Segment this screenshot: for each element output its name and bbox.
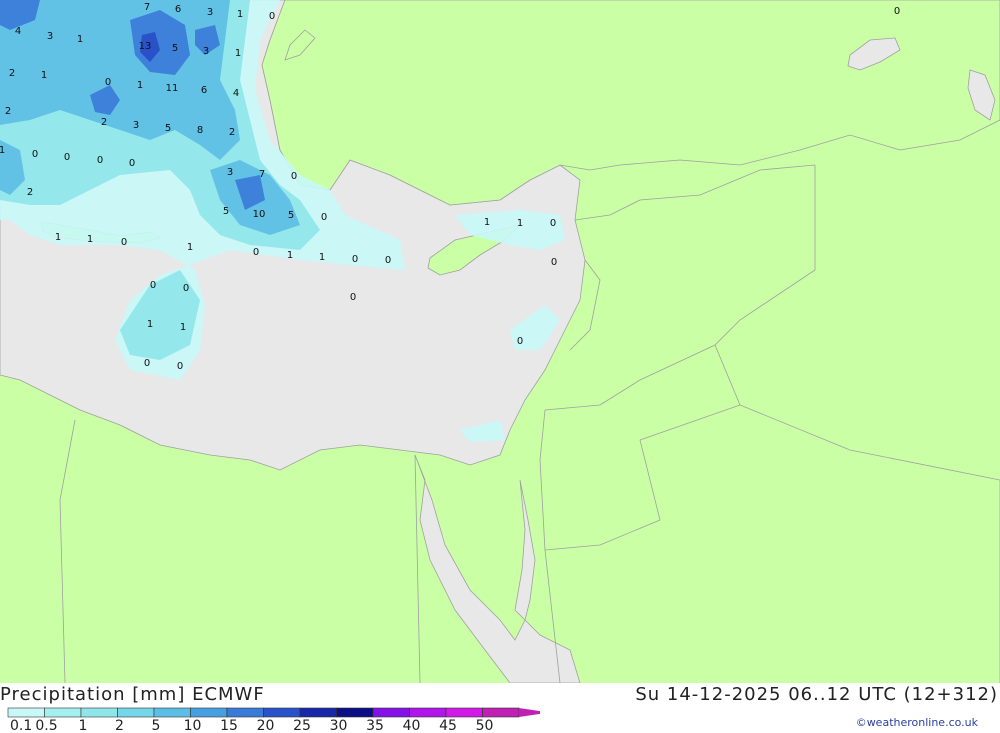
- precip-value-label: 0: [269, 11, 275, 22]
- precip-value-label: 1: [484, 217, 490, 228]
- legend-swatch: [263, 707, 301, 718]
- precip-value-label: 2: [229, 127, 235, 138]
- precip-value-label: 0: [144, 358, 150, 369]
- map-valid-time: Su 14-12-2025 06..12 UTC (12+312): [635, 684, 998, 705]
- legend-tick-label: 50: [476, 718, 494, 733]
- precipitation-map: 7 6 3 1 0 04 3 113 5 3 12 10 1 11 6 422 3 5 8 21 0 0 0 03 7 025 10…: [0, 0, 1000, 683]
- legend-tick-label: 25: [293, 718, 311, 733]
- precip-value-label: 1: [0, 145, 5, 156]
- precip-value-label: 1: [137, 80, 143, 91]
- precip-value-label: 1: [235, 48, 241, 59]
- precip-value-label: 0: [183, 283, 189, 294]
- legend-swatch: [336, 707, 374, 718]
- legend-tick-label: 35: [366, 718, 384, 733]
- precip-value-label: 7: [259, 169, 265, 180]
- map-footer: Precipitation [mm] ECMWF Su 14-12-2025 0…: [0, 683, 1000, 733]
- map-title: Precipitation [mm] ECMWF: [0, 684, 265, 705]
- legend-swatch: [409, 707, 447, 718]
- legend-tick-label: 1: [79, 718, 88, 733]
- precip-value-label: 5: [288, 210, 294, 221]
- precip-value-label: 8: [197, 125, 203, 136]
- precip-value-label: 0: [894, 6, 900, 17]
- legend-swatch: [372, 707, 410, 718]
- legend-swatch: [117, 707, 155, 718]
- precip-value-label: 0: [150, 280, 156, 291]
- legend-tick-label: 0.5: [35, 718, 57, 733]
- legend-tick-label: 40: [403, 718, 421, 733]
- precip-value-label: 1: [147, 319, 153, 330]
- precip-value-label: 11: [166, 83, 179, 94]
- precip-value-label: 3: [47, 31, 53, 42]
- legend-swatch: [7, 707, 45, 718]
- legend-swatch: [190, 707, 228, 718]
- precip-value-label: 0: [64, 152, 70, 163]
- legend-arrow-tip: [519, 708, 540, 717]
- precip-value-label: 0: [32, 149, 38, 160]
- precipitation-legend: 0.1 0.5 1 2 5 10 15 20 25 30 35 40 45 50: [7, 707, 540, 733]
- precip-value-label: 0: [385, 255, 391, 266]
- precip-value-label: 0: [97, 155, 103, 166]
- precip-value-label: 13: [139, 41, 152, 52]
- source-credit[interactable]: ©weatheronline.co.uk: [856, 716, 978, 729]
- precip-value-label: 2: [5, 106, 11, 117]
- precip-value-label: 3: [203, 46, 209, 57]
- precip-value-label: 10: [253, 209, 266, 220]
- legend-tick-label: 2: [115, 718, 124, 733]
- precip-value-label: 1: [55, 232, 61, 243]
- precip-value-label: 0: [121, 237, 127, 248]
- legend-swatch: [226, 707, 264, 718]
- legend-swatch: [44, 707, 82, 718]
- legend-tick-label: 30: [330, 718, 348, 733]
- legend-swatch: [153, 707, 191, 718]
- precip-value-label: 1: [319, 252, 325, 263]
- precip-value-label: 1: [517, 218, 523, 229]
- precip-value-label: 0: [551, 257, 557, 268]
- precip-value-label: 0: [177, 361, 183, 372]
- precip-value-label: 1: [287, 250, 293, 261]
- precip-value-label: 7: [144, 2, 150, 13]
- precip-value-label: 3: [207, 7, 213, 18]
- precip-value-label: 0: [291, 171, 297, 182]
- precip-value-label: 0: [321, 212, 327, 223]
- precip-value-label: 0: [129, 158, 135, 169]
- legend-tick-label: 0.1: [10, 718, 32, 733]
- precip-value-label: 5: [223, 206, 229, 217]
- precip-value-label: 6: [175, 4, 181, 15]
- legend-swatch: [445, 707, 483, 718]
- precip-value-label: 2: [101, 117, 107, 128]
- precip-value-label: 1: [180, 322, 186, 333]
- precip-value-label: 3: [227, 167, 233, 178]
- legend-swatch: [80, 707, 118, 718]
- legend-tick-label: 15: [220, 718, 238, 733]
- precip-value-label: 1: [187, 242, 193, 253]
- precip-value-label: 4: [233, 88, 239, 99]
- precip-value-label: 1: [41, 70, 47, 81]
- precip-value-label: 4: [15, 26, 21, 37]
- precip-value-label: 2: [27, 187, 33, 198]
- precip-value-label: 1: [77, 34, 83, 45]
- legend-swatch: [299, 707, 337, 718]
- legend-tick-label: 45: [439, 718, 457, 733]
- precip-value-label: 1: [237, 9, 243, 20]
- legend-swatch: [482, 707, 520, 718]
- precip-value-label: 0: [352, 254, 358, 265]
- precip-value-label: 0: [517, 336, 523, 347]
- precip-value-label: 2: [9, 68, 15, 79]
- precip-value-label: 0: [253, 247, 259, 258]
- precip-value-label: 0: [550, 218, 556, 229]
- precip-value-label: 3: [133, 120, 139, 131]
- precip-value-label: 5: [165, 123, 171, 134]
- precip-value-label: 0: [350, 292, 356, 303]
- legend-tick-label: 10: [184, 718, 202, 733]
- precip-value-label: 0: [105, 77, 111, 88]
- precip-value-label: 5: [172, 43, 178, 54]
- precip-value-label: 6: [201, 85, 207, 96]
- legend-tick-label: 20: [257, 718, 275, 733]
- precip-value-label: 1: [87, 234, 93, 245]
- legend-tick-label: 5: [152, 718, 161, 733]
